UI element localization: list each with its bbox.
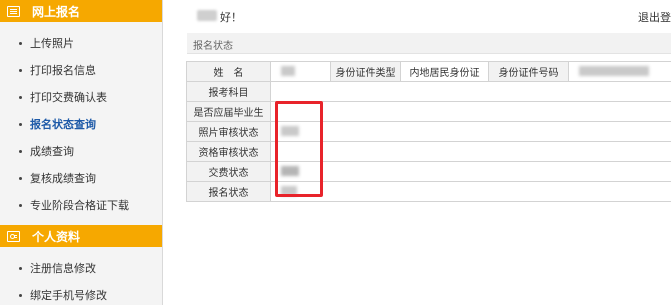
graduate-label: 是否应届毕业生 xyxy=(186,101,271,122)
section-title: 网上报名 xyxy=(32,4,81,19)
redacted-value xyxy=(579,66,649,76)
section-online-registration[interactable]: 网上报名 xyxy=(0,0,162,22)
bullet-icon xyxy=(19,203,22,207)
panel-header: 报名状态 xyxy=(187,33,671,54)
photo-review-label: 照片审核状态 xyxy=(186,121,271,142)
id-type-value: 内地居民身份证 xyxy=(400,61,489,82)
table-row: 报名状态 xyxy=(186,181,671,202)
table-row: 资格审核状态 xyxy=(186,141,671,162)
menu-label: 注册信息修改 xyxy=(30,262,96,275)
bullet-icon xyxy=(19,149,22,153)
menu-upload-photo[interactable]: 上传照片 xyxy=(0,33,162,53)
greeting: 好！ xyxy=(220,11,242,24)
menu-score-query[interactable]: 成绩查询 xyxy=(0,141,162,161)
menu-label: 绑定手机号修改 xyxy=(30,289,107,302)
graduate-value xyxy=(270,101,671,122)
registration-label: 报名状态 xyxy=(186,181,271,202)
apply-icon xyxy=(7,5,20,17)
table-row: 是否应届毕业生 xyxy=(186,101,671,122)
panel-title: 报名状态 xyxy=(193,41,233,52)
table-row: 姓名 身份证件类型 内地居民身份证 身份证件号码 xyxy=(186,61,671,82)
bullet-icon xyxy=(19,122,22,126)
sidebar: 网上报名 上传照片 打印报名信息 打印交费确认表 报名状态查询 成绩查询 复核成… xyxy=(0,0,163,305)
menu-label: 报名状态查询 xyxy=(30,118,96,131)
menu-label: 上传照片 xyxy=(30,37,74,50)
name-label: 姓名 xyxy=(186,61,271,82)
id-number-label: 身份证件号码 xyxy=(488,61,569,82)
redacted-value xyxy=(281,66,295,76)
qualification-review-value xyxy=(270,141,671,162)
menu-edit-phone[interactable]: 绑定手机号修改 xyxy=(0,285,162,305)
name-value xyxy=(270,61,331,82)
id-type-label: 身份证件类型 xyxy=(330,61,401,82)
bullet-icon xyxy=(19,68,22,72)
redacted-username xyxy=(197,10,217,21)
menu-certificate-download[interactable]: 专业阶段合格证下载 xyxy=(0,195,162,215)
photo-review-value xyxy=(270,121,671,142)
menu-score-review[interactable]: 复核成绩查询 xyxy=(0,168,162,188)
subjects-label: 报考科目 xyxy=(186,81,271,102)
menu-label: 打印交费确认表 xyxy=(30,91,107,104)
bullet-icon xyxy=(19,266,22,270)
menu-print-payment-confirmation[interactable]: 打印交费确认表 xyxy=(0,87,162,107)
payment-label: 交费状态 xyxy=(186,161,271,182)
registration-value xyxy=(270,181,671,202)
bullet-icon xyxy=(19,293,22,297)
bullet-icon xyxy=(19,41,22,45)
table-row: 报考科目 xyxy=(186,81,671,102)
table-row: 交费状态 xyxy=(186,161,671,182)
menu-print-registration[interactable]: 打印报名信息 xyxy=(0,60,162,80)
profile-icon xyxy=(7,230,20,242)
bullet-icon xyxy=(19,176,22,180)
table-row: 照片审核状态 xyxy=(186,121,671,142)
section-title: 个人资料 xyxy=(32,229,81,244)
subjects-value xyxy=(270,81,671,102)
menu-registration-status[interactable]: 报名状态查询 xyxy=(0,114,162,134)
menu-label: 成绩查询 xyxy=(30,145,74,158)
status-table: 姓名 身份证件类型 内地居民身份证 身份证件号码 报考科目 是否应届毕业生 照片… xyxy=(186,61,671,202)
qualification-review-label: 资格审核状态 xyxy=(186,141,271,162)
bullet-icon xyxy=(19,95,22,99)
menu-edit-registration-info[interactable]: 注册信息修改 xyxy=(0,258,162,278)
menu-label: 打印报名信息 xyxy=(30,64,96,77)
top-bar: 好！ 退出登录 xyxy=(163,0,671,30)
logout-link[interactable]: 退出登录 xyxy=(638,9,671,25)
section-personal-info[interactable]: 个人资料 xyxy=(0,225,162,247)
id-number-value xyxy=(568,61,671,82)
menu-label: 专业阶段合格证下载 xyxy=(30,199,129,212)
menu-label: 复核成绩查询 xyxy=(30,172,96,185)
highlight-box xyxy=(275,101,323,197)
payment-value xyxy=(270,161,671,182)
